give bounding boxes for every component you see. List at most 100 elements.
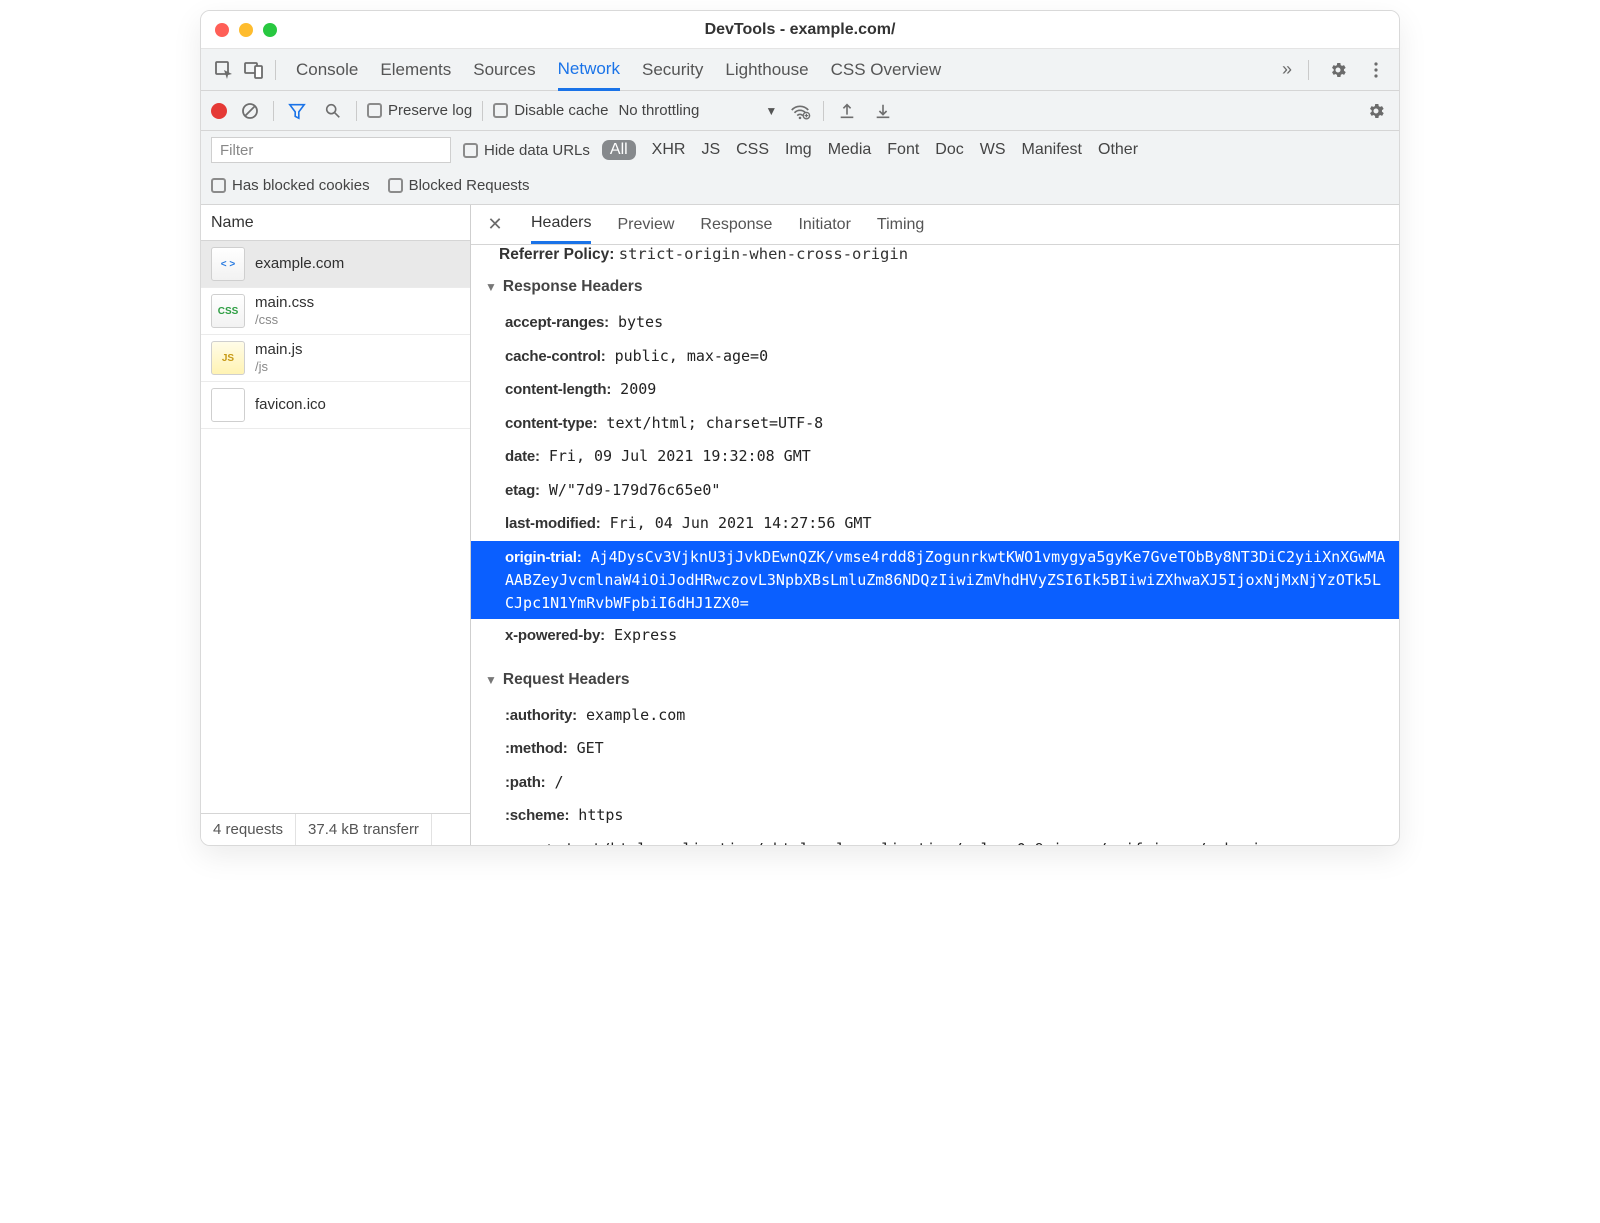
- disclosure-triangle-icon: ▼: [485, 280, 497, 294]
- detail-tab-initiator[interactable]: Initiator: [798, 205, 850, 244]
- header-row[interactable]: content-type: text/html; charset=UTF-8: [471, 407, 1399, 441]
- header-row[interactable]: accept: text/html,application/xhtml+xml,…: [471, 833, 1399, 846]
- header-row[interactable]: :authority: example.com: [471, 699, 1399, 733]
- disable-cache-checkbox[interactable]: Disable cache: [493, 102, 608, 119]
- caret-down-icon: ▼: [765, 104, 777, 118]
- settings-icon[interactable]: [1323, 55, 1353, 85]
- detail-tab-timing[interactable]: Timing: [877, 205, 924, 244]
- detail-tab-headers[interactable]: Headers: [531, 205, 591, 244]
- referrer-policy-row: Referrer Policy: strict-origin-when-cros…: [471, 245, 1399, 268]
- header-key: :method:: [505, 740, 568, 757]
- request-path: /css: [255, 312, 314, 328]
- throttling-select[interactable]: No throttling ▼: [618, 102, 777, 119]
- header-key: origin-trial:: [505, 549, 582, 566]
- header-row[interactable]: content-length: 2009: [471, 373, 1399, 407]
- header-row[interactable]: cache-control: public, max-age=0: [471, 340, 1399, 374]
- minimize-window-button[interactable]: [239, 23, 253, 37]
- header-row[interactable]: accept-ranges: bytes: [471, 306, 1399, 340]
- request-path: /js: [255, 359, 303, 375]
- request-headers-toggle[interactable]: ▼ Request Headers: [471, 661, 1399, 699]
- header-row[interactable]: date: Fri, 09 Jul 2021 19:32:08 GMT: [471, 440, 1399, 474]
- request-name: example.com: [255, 255, 344, 273]
- maximize-window-button[interactable]: [263, 23, 277, 37]
- checkbox-icon: [493, 103, 508, 118]
- download-har-icon[interactable]: [870, 98, 896, 124]
- header-row[interactable]: x-powered-by: Express: [471, 619, 1399, 653]
- inspect-element-icon[interactable]: [209, 55, 239, 85]
- header-row[interactable]: :method: GET: [471, 732, 1399, 766]
- filter-type-doc[interactable]: Doc: [935, 141, 963, 159]
- has-blocked-cookies-label: Has blocked cookies: [232, 177, 370, 194]
- header-key: x-powered-by:: [505, 627, 605, 644]
- filter-type-xhr[interactable]: XHR: [652, 141, 686, 159]
- filter-type-media[interactable]: Media: [828, 141, 872, 159]
- blocked-requests-label: Blocked Requests: [409, 177, 530, 194]
- clear-icon[interactable]: [237, 98, 263, 124]
- header-row[interactable]: last-modified: Fri, 04 Jun 2021 14:27:56…: [471, 507, 1399, 541]
- checkbox-icon: [388, 178, 403, 193]
- detail-tab-preview[interactable]: Preview: [617, 205, 674, 244]
- name-column-header[interactable]: Name: [201, 205, 470, 241]
- checkbox-icon: [367, 103, 382, 118]
- header-row[interactable]: origin-trial: Aj4DysCv3VjknU3jJvkDEwnQZK…: [471, 541, 1399, 620]
- tab-security[interactable]: Security: [642, 49, 703, 90]
- panel-settings-icon[interactable]: [1363, 98, 1389, 124]
- header-key: :authority:: [505, 707, 577, 724]
- filter-type-ws[interactable]: WS: [980, 141, 1006, 159]
- device-toolbar-icon[interactable]: [239, 55, 269, 85]
- request-row[interactable]: favicon.ico: [201, 382, 470, 429]
- tab-css-overview[interactable]: CSS Overview: [831, 49, 942, 90]
- upload-har-icon[interactable]: [834, 98, 860, 124]
- header-key: :scheme:: [505, 807, 569, 824]
- tab-sources[interactable]: Sources: [473, 49, 535, 90]
- detail-tab-response[interactable]: Response: [700, 205, 772, 244]
- filter-row-2: Has blocked cookies Blocked Requests: [211, 175, 1389, 198]
- preserve-log-checkbox[interactable]: Preserve log: [367, 102, 472, 119]
- transfer-size: 37.4 kB transferr: [296, 814, 432, 845]
- filter-type-img[interactable]: Img: [785, 141, 812, 159]
- close-detail-button[interactable]: ✕: [485, 214, 505, 235]
- filter-type-all[interactable]: All: [602, 140, 636, 160]
- network-conditions-icon[interactable]: [787, 98, 813, 124]
- record-button[interactable]: [211, 103, 227, 119]
- tab-lighthouse[interactable]: Lighthouse: [725, 49, 808, 90]
- filter-type-css[interactable]: CSS: [736, 141, 769, 159]
- request-row[interactable]: < >example.com: [201, 241, 470, 288]
- filter-input[interactable]: Filter: [211, 137, 451, 163]
- disable-cache-label: Disable cache: [514, 102, 608, 119]
- filter-icon[interactable]: [284, 98, 310, 124]
- request-row[interactable]: CSSmain.css/css: [201, 288, 470, 335]
- detail-pane: ✕ HeadersPreviewResponseInitiatorTiming …: [471, 205, 1399, 845]
- filter-type-js[interactable]: JS: [701, 141, 720, 159]
- filter-type-font[interactable]: Font: [887, 141, 919, 159]
- close-window-button[interactable]: [215, 23, 229, 37]
- blocked-requests-checkbox[interactable]: Blocked Requests: [388, 177, 530, 194]
- request-row[interactable]: JSmain.js/js: [201, 335, 470, 382]
- header-key: cache-control:: [505, 348, 606, 365]
- header-key: content-length:: [505, 381, 611, 398]
- preserve-log-label: Preserve log: [388, 102, 472, 119]
- more-tabs-button[interactable]: »: [1272, 55, 1302, 85]
- tab-console[interactable]: Console: [296, 49, 358, 90]
- response-headers-toggle[interactable]: ▼ Response Headers: [471, 268, 1399, 306]
- hide-data-urls-label: Hide data URLs: [484, 142, 590, 159]
- search-icon[interactable]: [320, 98, 346, 124]
- kebab-menu-icon[interactable]: [1361, 55, 1391, 85]
- tab-elements[interactable]: Elements: [380, 49, 451, 90]
- header-row[interactable]: :path: /: [471, 766, 1399, 800]
- header-row[interactable]: :scheme: https: [471, 799, 1399, 833]
- checkbox-icon: [463, 143, 478, 158]
- header-row[interactable]: etag: W/"7d9-179d76c65e0": [471, 474, 1399, 508]
- section-title: Request Headers: [503, 671, 630, 689]
- has-blocked-cookies-checkbox[interactable]: Has blocked cookies: [211, 177, 370, 194]
- panel-body: Name < >example.comCSSmain.css/cssJSmain…: [201, 205, 1399, 845]
- tab-network[interactable]: Network: [558, 50, 620, 91]
- filter-type-other[interactable]: Other: [1098, 141, 1138, 159]
- main-tabs: Console Elements Sources Network Security Lig…: [282, 49, 1272, 90]
- detail-tabs: ✕ Headers Preview Response Initiator Timing: [471, 205, 1399, 245]
- filter-type-manifest[interactable]: Manifest: [1022, 141, 1082, 159]
- main-tabbar: Console Elements Sources Network Security Lig…: [201, 49, 1399, 91]
- css-file-icon: CSS: [211, 294, 245, 328]
- header-key: :path:: [505, 774, 545, 791]
- hide-data-urls-checkbox[interactable]: Hide data URLs: [463, 142, 590, 159]
